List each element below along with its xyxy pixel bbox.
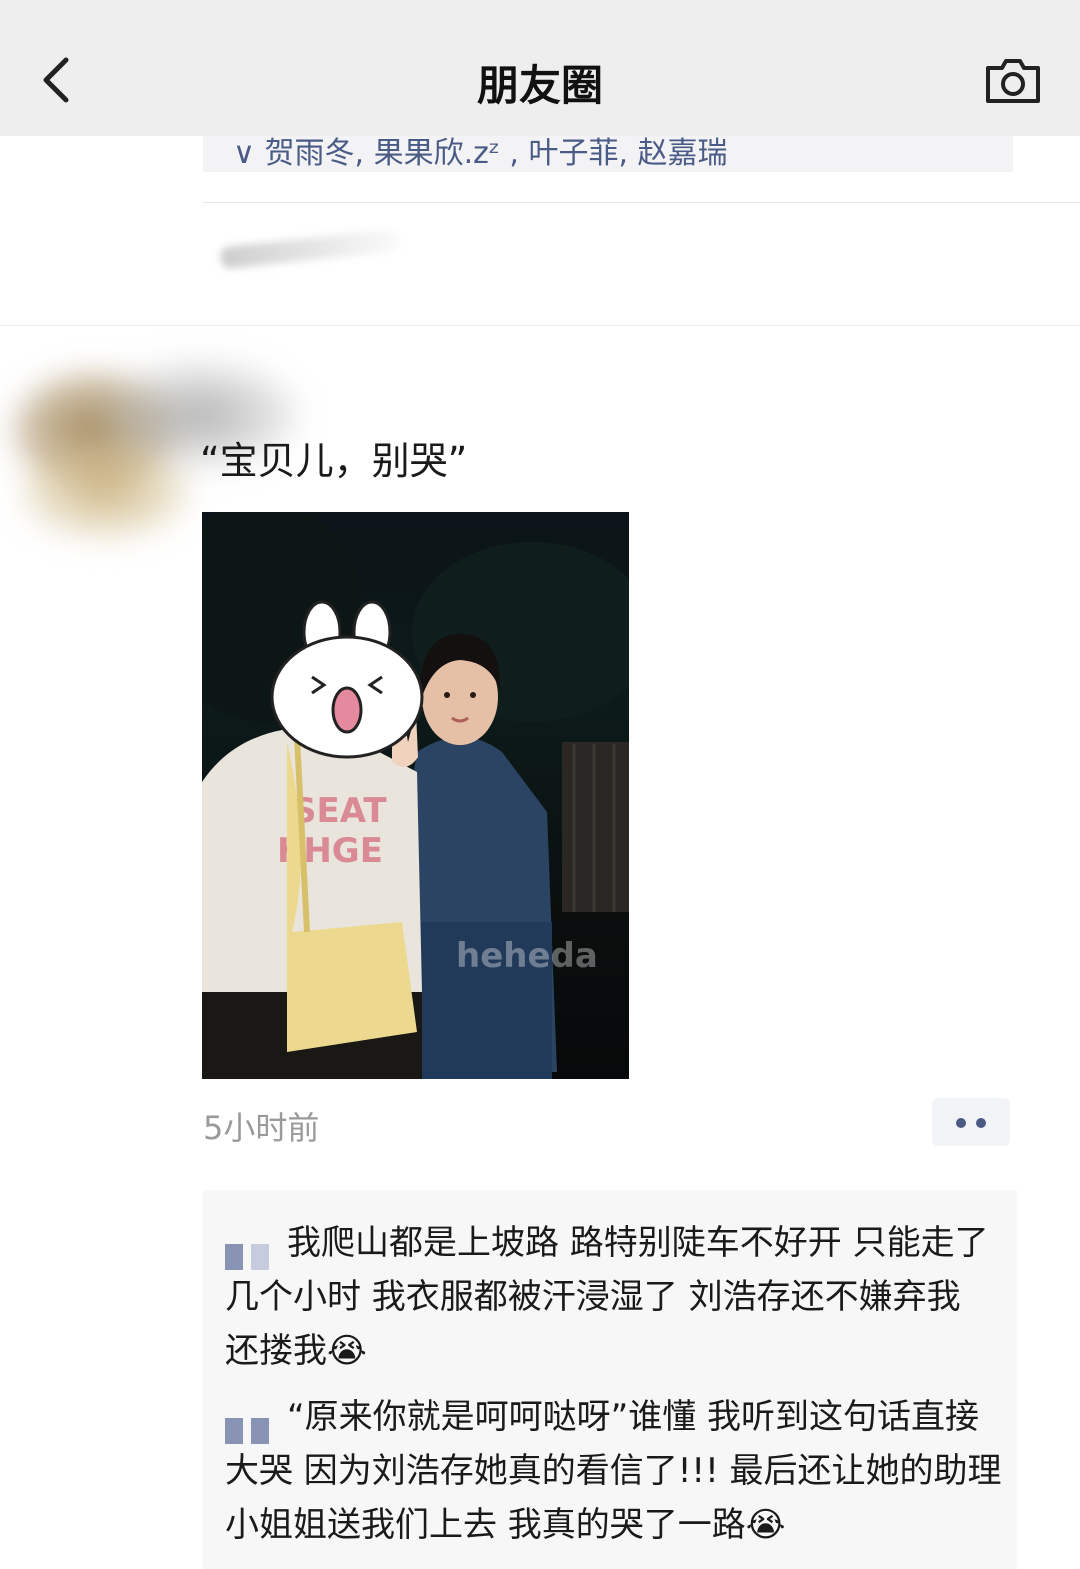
comment-item[interactable]: “原来你就是呵呵哒呀”谁懂 我听到这句话直接大哭 因为刘浩存她真的看信了!!! … — [225, 1390, 1005, 1552]
comments-section: 我爬山都是上坡路 路特别陡车不好开 只能走了几个小时 我衣服都被汗浸湿了 刘浩存… — [203, 1190, 1017, 1569]
censored-text — [219, 228, 401, 270]
blurred-comment-author[interactable] — [225, 1406, 277, 1444]
photo-illustration: SEAT KHGE — [202, 512, 629, 1079]
post-timestamp: 5小时前 — [203, 1109, 320, 1147]
more-actions-button[interactable] — [932, 1098, 1010, 1146]
svg-text:SEAT: SEAT — [292, 791, 387, 831]
post-photo[interactable]: SEAT KHGE heheda — [202, 512, 629, 1079]
divider — [0, 325, 1080, 326]
more-dots-icon — [956, 1118, 966, 1128]
post-text: “宝贝儿，别哭” — [200, 439, 468, 483]
nav-header: 朋友圈 — [0, 0, 1080, 136]
comment-text: 我爬山都是上坡路 路特别陡车不好开 只能走了几个小时 我衣服都被汗浸湿了 刘浩存… — [225, 1223, 989, 1371]
camera-button[interactable] — [984, 56, 1042, 106]
blurred-comment-author[interactable] — [225, 1232, 277, 1270]
page-title: 朋友圈 — [476, 61, 603, 110]
comment-text: “原来你就是呵呵哒呀”谁懂 我听到这句话直接大哭 因为刘浩存她真的看信了!!! … — [225, 1397, 1002, 1545]
photo-watermark: heheda — [456, 936, 598, 976]
divider — [203, 202, 1080, 203]
more-dots-icon-dot — [976, 1118, 986, 1128]
camera-icon — [986, 59, 1040, 103]
comment-item[interactable]: 我爬山都是上坡路 路特别陡车不好开 只能走了几个小时 我衣服都被汗浸湿了 刘浩存… — [225, 1216, 1005, 1378]
